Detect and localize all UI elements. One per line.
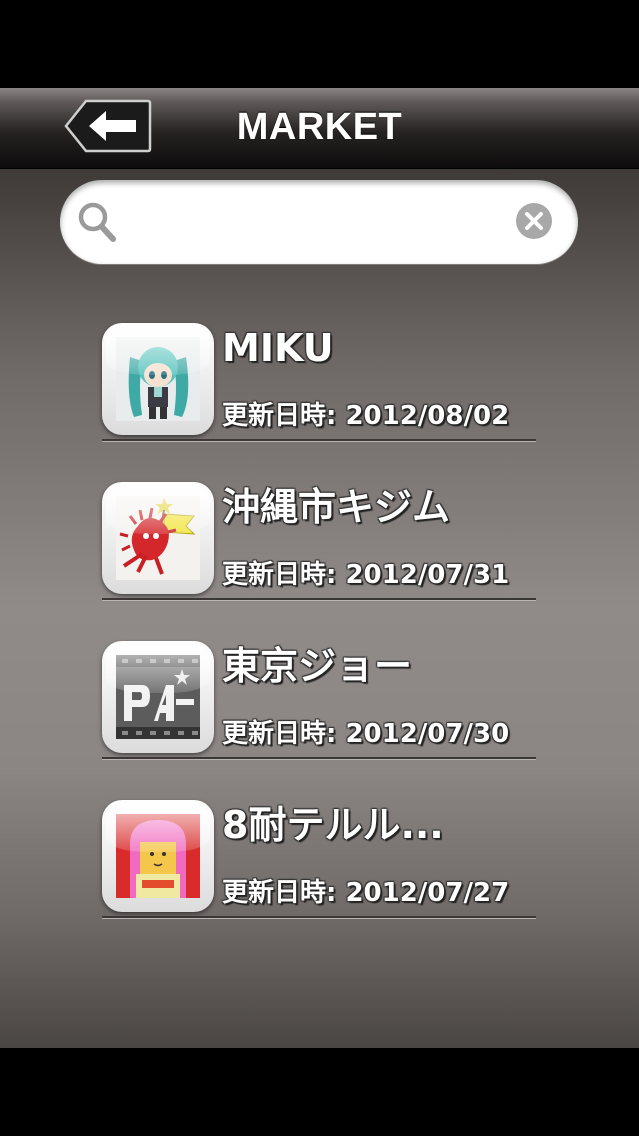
list-item[interactable]: 東京ジョー 更新日時: 2012/07/30 (102, 641, 536, 761)
magnifier-icon (78, 202, 116, 242)
item-thumbnail (102, 641, 214, 753)
item-thumbnail (102, 482, 214, 594)
search-input[interactable] (124, 196, 508, 250)
item-updated-date: 更新日時: 2012/07/30 (222, 719, 510, 749)
teruru-character-thumbnail (116, 814, 200, 898)
item-thumbnail (102, 800, 214, 912)
pa-logo-thumbnail (116, 655, 200, 739)
item-thumbnail (102, 323, 214, 435)
item-updated-date: 更新日時: 2012/07/31 (222, 560, 510, 590)
page-title: MARKET (236, 106, 403, 148)
divider (102, 598, 536, 601)
item-updated-date: 更新日時: 2012/07/27 (222, 878, 510, 908)
item-name: 東京ジョー (222, 644, 413, 688)
item-name: 8耐テルル... (222, 803, 444, 847)
divider (102, 916, 536, 919)
item-name: 沖縄市キジム (222, 485, 451, 529)
bottom-black-bar (0, 1048, 639, 1136)
list-item[interactable]: 沖縄市キジム 更新日時: 2012/07/31 (102, 482, 536, 602)
red-kijimuna-character-thumbnail (119, 498, 196, 575)
item-updated-date: 更新日時: 2012/08/02 (222, 401, 510, 431)
item-name: MIKU (222, 326, 334, 370)
list-item[interactable]: 8耐テルル... 更新日時: 2012/07/27 (102, 800, 536, 920)
list-item[interactable]: MIKU 更新日時: 2012/08/02 (102, 323, 536, 443)
divider (102, 757, 536, 760)
clear-x-icon[interactable] (515, 202, 553, 240)
top-black-bar (0, 0, 639, 88)
miku-character-thumbnail (128, 347, 189, 419)
divider (102, 439, 536, 442)
